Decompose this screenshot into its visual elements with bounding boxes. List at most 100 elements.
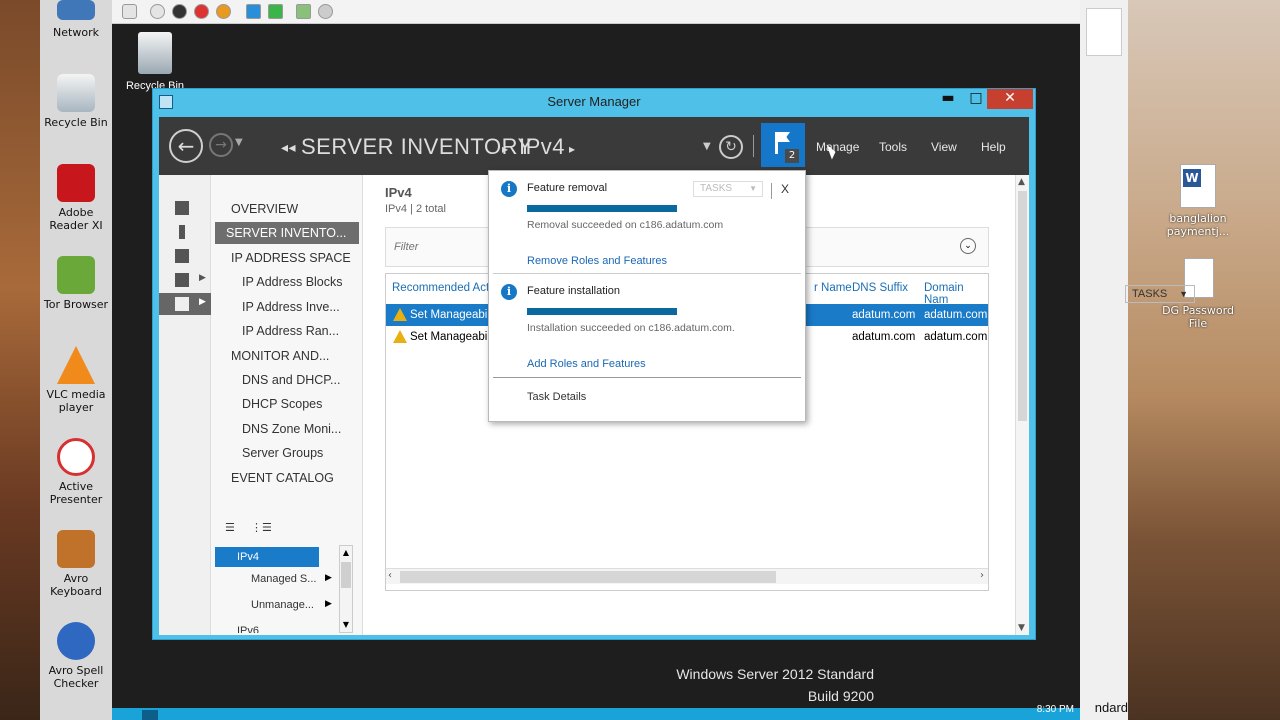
avro-spell-checker-label: Avro Spell Checker bbox=[48, 664, 104, 690]
tools-menu[interactable]: Tools bbox=[879, 140, 907, 154]
maximize-button[interactable]: □ bbox=[963, 89, 989, 109]
rail-all-servers[interactable] bbox=[159, 245, 211, 267]
popup-close-button[interactable]: X bbox=[781, 182, 789, 196]
tasks-label: TASKS bbox=[1132, 288, 1168, 300]
vm-checkpoint-icon[interactable] bbox=[296, 4, 311, 19]
horizontal-scroll-thumb[interactable] bbox=[400, 571, 776, 583]
nav-dhcp-scopes[interactable]: DHCP Scopes bbox=[215, 393, 359, 415]
forward-arrow-icon[interactable]: → bbox=[209, 133, 233, 157]
dropdown-chevron-icon[interactable]: ▼ bbox=[703, 141, 711, 152]
minimize-button[interactable]: ▬ bbox=[935, 89, 961, 109]
flag-pole-icon bbox=[775, 132, 778, 154]
tree-managed-servers[interactable]: Managed S... bbox=[251, 573, 316, 585]
vm-start-icon[interactable] bbox=[268, 4, 283, 19]
start-button-icon[interactable] bbox=[142, 710, 158, 720]
vlc-desktop-icon[interactable]: VLC media player bbox=[40, 346, 112, 414]
rail-local-server[interactable] bbox=[159, 221, 211, 243]
content-heading: IPv4 bbox=[385, 185, 412, 200]
view-menu[interactable]: View bbox=[931, 140, 957, 154]
rail-ipam[interactable]: ▶ bbox=[159, 293, 211, 315]
active-presenter-desktop-icon[interactable]: Active Presenter bbox=[40, 438, 112, 506]
popup-tasks-dropdown[interactable]: TASKS ▼ bbox=[693, 181, 763, 197]
nav-ip-address-space[interactable]: IP ADDRESS SPACE bbox=[215, 247, 359, 269]
network-desktop-icon[interactable]: Network bbox=[40, 0, 112, 39]
vm-pause-icon[interactable] bbox=[246, 4, 261, 19]
task-details-link[interactable]: Task Details bbox=[527, 391, 586, 403]
nav-ip-address-inventory[interactable]: IP Address Inve... bbox=[215, 296, 359, 318]
add-roles-link[interactable]: Add Roles and Features bbox=[527, 358, 646, 370]
breadcrumb-ipv4[interactable]: IPv4 bbox=[519, 134, 565, 160]
column-domain-name[interactable]: Domain Nam bbox=[924, 282, 988, 306]
vlc-label: VLC media player bbox=[46, 388, 106, 414]
dashboard-icon bbox=[175, 201, 189, 215]
nav-server-inventory[interactable]: SERVER INVENTO... bbox=[215, 222, 359, 244]
nav-dns-zone-monitoring[interactable]: DNS Zone Moni... bbox=[215, 418, 359, 440]
text-file-label: DG Password File bbox=[1162, 304, 1234, 330]
item-count: IPv4 | 2 total bbox=[385, 203, 446, 215]
scroll-down-icon[interactable]: ▼ bbox=[340, 618, 352, 632]
back-arrow-icon[interactable]: ← bbox=[169, 129, 203, 163]
nav-event-catalog[interactable]: EVENT CATALOG bbox=[215, 467, 359, 489]
avro-spell-checker-desktop-icon[interactable]: Avro Spell Checker bbox=[40, 622, 112, 690]
nav-server-groups[interactable]: Server Groups bbox=[215, 442, 359, 464]
spell-checker-icon bbox=[57, 622, 95, 660]
remove-roles-link[interactable]: Remove Roles and Features bbox=[527, 255, 667, 267]
rail-dashboard[interactable] bbox=[159, 197, 211, 219]
main-vertical-scrollbar[interactable]: ▲ ▼ bbox=[1015, 175, 1029, 635]
expand-filter-icon[interactable]: ⌄ bbox=[960, 238, 976, 254]
tasks-dropdown[interactable]: TASKS ▼ bbox=[1125, 285, 1195, 303]
nav-ip-address-ranges[interactable]: IP Address Ran... bbox=[215, 320, 359, 342]
main-scroll-up-icon[interactable]: ▲ bbox=[1018, 177, 1025, 187]
tree-chevron-right-icon[interactable]: ▶ bbox=[325, 573, 332, 583]
windows-edition-watermark: Windows Server 2012 Standard bbox=[676, 666, 874, 682]
vm-revert-icon[interactable] bbox=[318, 4, 333, 19]
active-presenter-label: Active Presenter bbox=[49, 480, 103, 506]
horizontal-scrollbar[interactable]: ‹ › bbox=[386, 568, 988, 584]
main-scroll-thumb[interactable] bbox=[1018, 191, 1027, 421]
avro-keyboard-desktop-icon[interactable]: Avro Keyboard bbox=[40, 530, 112, 598]
tree-view-icon[interactable]: ☰ bbox=[225, 521, 235, 534]
tree-scrollbar[interactable]: ▲ ▼ bbox=[339, 545, 353, 633]
scroll-up-icon[interactable]: ▲ bbox=[340, 546, 352, 560]
rail-file-services[interactable]: ▶ bbox=[159, 269, 211, 291]
column-recommended-action[interactable]: Recommended Acti bbox=[392, 282, 492, 294]
adobe-reader-desktop-icon[interactable]: Adobe Reader XI bbox=[40, 164, 112, 232]
notifications-flag-button[interactable]: 2 bbox=[761, 123, 805, 167]
tree-scroll-thumb[interactable] bbox=[341, 562, 351, 588]
tree-unmanaged-servers[interactable]: Unmanage... bbox=[251, 599, 314, 611]
recycle-bin-desktop-icon[interactable]: Recycle Bin bbox=[40, 74, 112, 129]
refresh-icon[interactable]: ↻ bbox=[719, 135, 743, 159]
nav-monitor-and-manage[interactable]: MONITOR AND... bbox=[215, 345, 359, 367]
recycle-bin-icon bbox=[57, 74, 95, 112]
vm-power-icon[interactable] bbox=[216, 4, 231, 19]
help-menu[interactable]: Help bbox=[981, 140, 1006, 154]
vm-stop-icon[interactable] bbox=[172, 4, 187, 19]
nav-ip-address-blocks[interactable]: IP Address Blocks bbox=[215, 271, 359, 293]
nav-overview[interactable]: OVERVIEW bbox=[215, 198, 359, 220]
column-server-name[interactable]: r Name bbox=[814, 282, 852, 294]
vm-shutdown-icon[interactable] bbox=[194, 4, 209, 19]
list-view-icon[interactable]: ⋮☰ bbox=[251, 521, 272, 534]
manage-menu[interactable]: Manage bbox=[816, 140, 859, 154]
column-dns-suffix[interactable]: DNS Suffix bbox=[852, 282, 908, 294]
tree-chevron-right-icon-2[interactable]: ▶ bbox=[325, 599, 332, 609]
breadcrumb-server-inventory[interactable]: SERVER INVENTORY bbox=[301, 134, 533, 160]
main-scroll-down-icon[interactable]: ▼ bbox=[1018, 623, 1025, 633]
vm-recycle-bin-icon[interactable] bbox=[138, 32, 172, 74]
tor-browser-desktop-icon[interactable]: Tor Browser bbox=[40, 256, 112, 311]
window-title: Server Manager bbox=[547, 94, 641, 109]
history-chevron-down-icon[interactable]: ▼ bbox=[235, 137, 243, 148]
close-window-button[interactable]: ✕ bbox=[987, 89, 1033, 109]
word-document-label: banglalion paymentj... bbox=[1166, 212, 1230, 238]
vm-ctrl-alt-del-icon[interactable] bbox=[150, 4, 165, 19]
tree-ipv4[interactable]: IPv4 bbox=[215, 547, 319, 567]
scroll-right-icon[interactable]: › bbox=[980, 570, 984, 581]
vm-toolbar bbox=[112, 0, 1080, 24]
scroll-left-icon[interactable]: ‹ bbox=[388, 570, 392, 581]
vm-settings-icon[interactable] bbox=[122, 4, 137, 19]
notification-divider bbox=[493, 377, 801, 378]
nav-dns-and-dhcp[interactable]: DNS and DHCP... bbox=[215, 369, 359, 391]
tree-ipv6[interactable]: IPv6 bbox=[237, 625, 259, 633]
word-document-icon[interactable]: W bbox=[1180, 164, 1216, 208]
breadcrumb-overflow[interactable]: ◂◂ bbox=[281, 139, 296, 156]
